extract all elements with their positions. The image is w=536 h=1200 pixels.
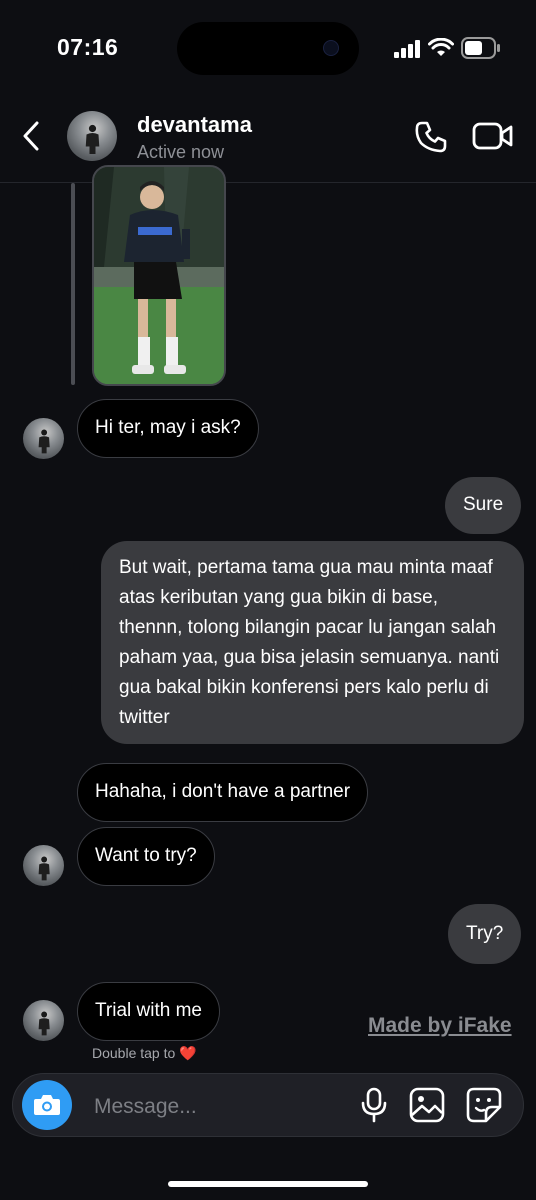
sticker-icon[interactable] <box>466 1087 502 1123</box>
reply-indicator <box>71 183 75 385</box>
incoming-message[interactable]: Hahaha, i don't have a partner <box>77 763 369 822</box>
watermark: Made by iFake <box>368 1014 512 1037</box>
header-divider <box>0 182 536 183</box>
avatar[interactable] <box>67 111 117 161</box>
incoming-message[interactable]: Want to try? <box>77 827 215 886</box>
contact-name[interactable]: devantama <box>137 112 252 138</box>
status-time: 07:16 <box>57 34 119 60</box>
camera-button[interactable] <box>22 1080 72 1130</box>
incoming-message[interactable]: Hi ter, may i ask? <box>77 399 259 458</box>
shared-photo[interactable] <box>92 165 226 386</box>
sender-avatar[interactable] <box>23 845 64 886</box>
outgoing-message[interactable]: Sure <box>445 477 522 534</box>
battery-icon <box>461 37 501 59</box>
back-chevron-icon[interactable] <box>20 120 42 152</box>
camera-icon <box>33 1093 61 1117</box>
dynamic-island <box>177 22 359 75</box>
microphone-icon[interactable] <box>359 1087 389 1123</box>
sender-avatar[interactable] <box>23 418 64 459</box>
video-camera-icon[interactable] <box>472 121 514 151</box>
signal-icon <box>394 40 422 58</box>
incoming-message[interactable]: Trial with me <box>77 982 220 1041</box>
front-camera <box>323 40 339 56</box>
home-indicator[interactable] <box>168 1181 368 1187</box>
active-status: Active now <box>137 142 225 162</box>
gallery-icon[interactable] <box>409 1087 445 1123</box>
outgoing-message[interactable]: Try? <box>448 904 522 964</box>
message-input[interactable] <box>92 1090 346 1124</box>
wifi-icon <box>428 38 454 58</box>
outgoing-message[interactable]: But wait, pertama tama gua mau minta maa… <box>101 541 524 744</box>
double-tap-hint: Double tap to ❤️ <box>92 1045 197 1061</box>
sender-avatar[interactable] <box>23 1000 64 1041</box>
phone-icon[interactable] <box>413 119 449 155</box>
